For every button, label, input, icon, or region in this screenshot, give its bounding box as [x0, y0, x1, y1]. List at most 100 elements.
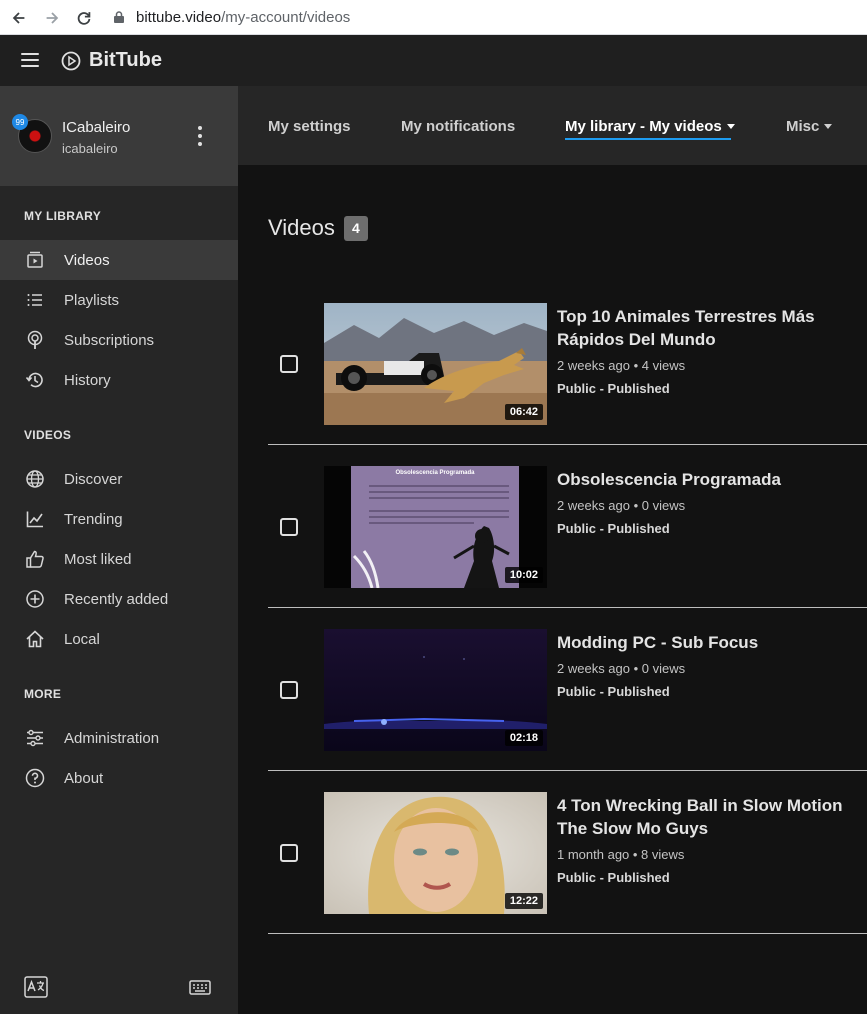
section-title-my-library: MY LIBRARY — [24, 209, 102, 223]
tab-my-notifications[interactable]: My notifications — [401, 118, 515, 135]
sliders-icon — [24, 728, 46, 748]
video-status: Public - Published — [557, 870, 670, 885]
video-select-checkbox[interactable] — [280, 518, 298, 536]
home-icon — [24, 629, 46, 649]
slide-title: Obsolescencia Programada — [395, 470, 475, 476]
sidebar: 99 ICabaleiro icabaleiro MY LIBRARY Vide… — [0, 86, 238, 1014]
address-bar[interactable]: bittube.video/my-account/videos — [112, 4, 350, 30]
video-row: 06:42 Top 10 Animales Terrestres Más Ráp… — [268, 282, 867, 445]
sidebar-item-label: Recently added — [64, 590, 169, 608]
hamburger-menu-icon[interactable] — [21, 53, 39, 67]
video-thumbnail[interactable]: 12:22 — [324, 792, 547, 914]
sidebar-item-label: Videos — [64, 251, 110, 269]
sidebar-item-label: Discover — [64, 470, 123, 488]
video-duration: 10:02 — [504, 567, 543, 583]
app-header: BitTube — [0, 35, 867, 86]
sidebar-item-label: Administration — [64, 729, 160, 747]
forward-arrow-icon[interactable] — [41, 7, 63, 29]
video-status: Public - Published — [557, 381, 670, 396]
video-thumbnail[interactable]: 06:42 — [324, 303, 547, 425]
account-tabs: My settings My notifications My library … — [238, 86, 867, 165]
tab-label: My library - My videos — [565, 118, 722, 135]
sidebar-item-history[interactable]: History — [0, 360, 238, 400]
account-panel: 99 ICabaleiro icabaleiro — [0, 86, 238, 186]
video-select-checkbox[interactable] — [280, 844, 298, 862]
help-icon — [24, 768, 46, 788]
sidebar-item-label: Most liked — [64, 550, 132, 568]
brand-name: BitTube — [89, 49, 162, 71]
video-row: 02:18 Modding PC - Sub Focus 2 weeks ago… — [268, 608, 867, 771]
account-more-icon[interactable] — [196, 126, 204, 146]
sidebar-item-about[interactable]: About — [0, 758, 238, 798]
sidebar-item-trending[interactable]: Trending — [0, 499, 238, 539]
bittube-logo-icon — [61, 51, 81, 70]
language-icon[interactable] — [24, 976, 48, 998]
sidebar-item-videos[interactable]: Videos — [0, 240, 238, 280]
tab-my-settings[interactable]: My settings — [268, 118, 351, 135]
playlist-icon — [24, 290, 46, 310]
back-arrow-icon[interactable] — [8, 7, 30, 29]
sidebar-item-label: Local — [64, 630, 100, 648]
tab-my-library[interactable]: My library - My videos — [565, 118, 735, 135]
sidebar-item-label: Playlists — [64, 291, 120, 309]
account-handle: icabaleiro — [62, 141, 118, 156]
video-select-checkbox[interactable] — [280, 681, 298, 699]
sidebar-item-label: History — [64, 371, 111, 389]
notification-badge: 99 — [12, 114, 28, 130]
video-meta: 2 weeks ago • 0 views — [557, 661, 686, 676]
video-row: 12:22 4 Ton Wrecking Ball in Slow Motion… — [268, 771, 867, 934]
sidebar-item-label: About — [64, 769, 104, 787]
url-path: /my-account/videos — [221, 8, 351, 26]
tab-label: My notifications — [401, 118, 516, 135]
tab-label: My settings — [268, 118, 351, 135]
video-duration: 12:22 — [504, 893, 543, 909]
tab-label: Misc — [786, 118, 820, 135]
url-host: bittube.video — [136, 8, 222, 26]
video-title[interactable]: 4 Ton Wrecking Ball in Slow Motion The S… — [557, 794, 867, 840]
brand-logo[interactable]: BitTube — [61, 49, 162, 72]
account-name[interactable]: ICabaleiro — [62, 119, 130, 136]
video-thumbnail[interactable]: Obsolescencia Programada 10:02 — [324, 466, 547, 588]
video-status: Public - Published — [557, 521, 670, 536]
video-count-badge: 4 — [343, 215, 368, 241]
video-title[interactable]: Top 10 Animales Terrestres Más Rápidos D… — [557, 305, 867, 351]
video-select-checkbox[interactable] — [280, 355, 298, 373]
browser-toolbar: bittube.video/my-account/videos — [0, 0, 867, 35]
thumbs-up-icon — [24, 549, 46, 569]
sidebar-item-most-liked[interactable]: Most liked — [0, 539, 238, 579]
video-status: Public - Published — [557, 684, 670, 699]
tab-misc[interactable]: Misc — [786, 118, 833, 135]
page-title-text: Videos — [268, 215, 335, 240]
video-title[interactable]: Modding PC - Sub Focus — [557, 631, 867, 654]
sidebar-item-playlists[interactable]: Playlists — [0, 280, 238, 320]
sidebar-item-label: Subscriptions — [64, 331, 155, 349]
sidebar-item-local[interactable]: Local — [0, 619, 238, 659]
reload-icon[interactable] — [73, 7, 95, 29]
video-thumbnail[interactable]: 02:18 — [324, 629, 547, 751]
video-meta: 2 weeks ago • 0 views — [557, 498, 686, 513]
caret-down-icon — [726, 124, 735, 129]
video-duration: 06:42 — [504, 404, 543, 420]
sidebar-item-label: Trending — [64, 510, 123, 528]
page-title: Videos 4 — [268, 215, 368, 241]
caret-down-icon — [824, 124, 833, 129]
video-row: Obsolescencia Programada 10:02 Obsolesce… — [268, 445, 867, 608]
section-title-videos: VIDEOS — [24, 428, 72, 442]
subscriptions-icon — [24, 330, 46, 350]
lock-icon — [114, 11, 124, 23]
plus-circle-icon — [24, 589, 46, 609]
history-icon — [24, 370, 46, 390]
video-meta: 1 month ago • 8 views — [557, 847, 685, 862]
sidebar-item-administration[interactable]: Administration — [0, 718, 238, 758]
active-tab-indicator — [565, 138, 731, 140]
keyboard-icon[interactable] — [189, 980, 211, 995]
video-duration: 02:18 — [504, 730, 543, 746]
sidebar-item-recently-added[interactable]: Recently added — [0, 579, 238, 619]
section-title-more: MORE — [24, 687, 62, 701]
globe-icon — [24, 469, 46, 489]
sidebar-item-subscriptions[interactable]: Subscriptions — [0, 320, 238, 360]
video-title[interactable]: Obsolescencia Programada — [557, 468, 867, 491]
trending-icon — [24, 509, 46, 529]
sidebar-item-discover[interactable]: Discover — [0, 459, 238, 499]
video-meta: 2 weeks ago • 4 views — [557, 358, 686, 373]
